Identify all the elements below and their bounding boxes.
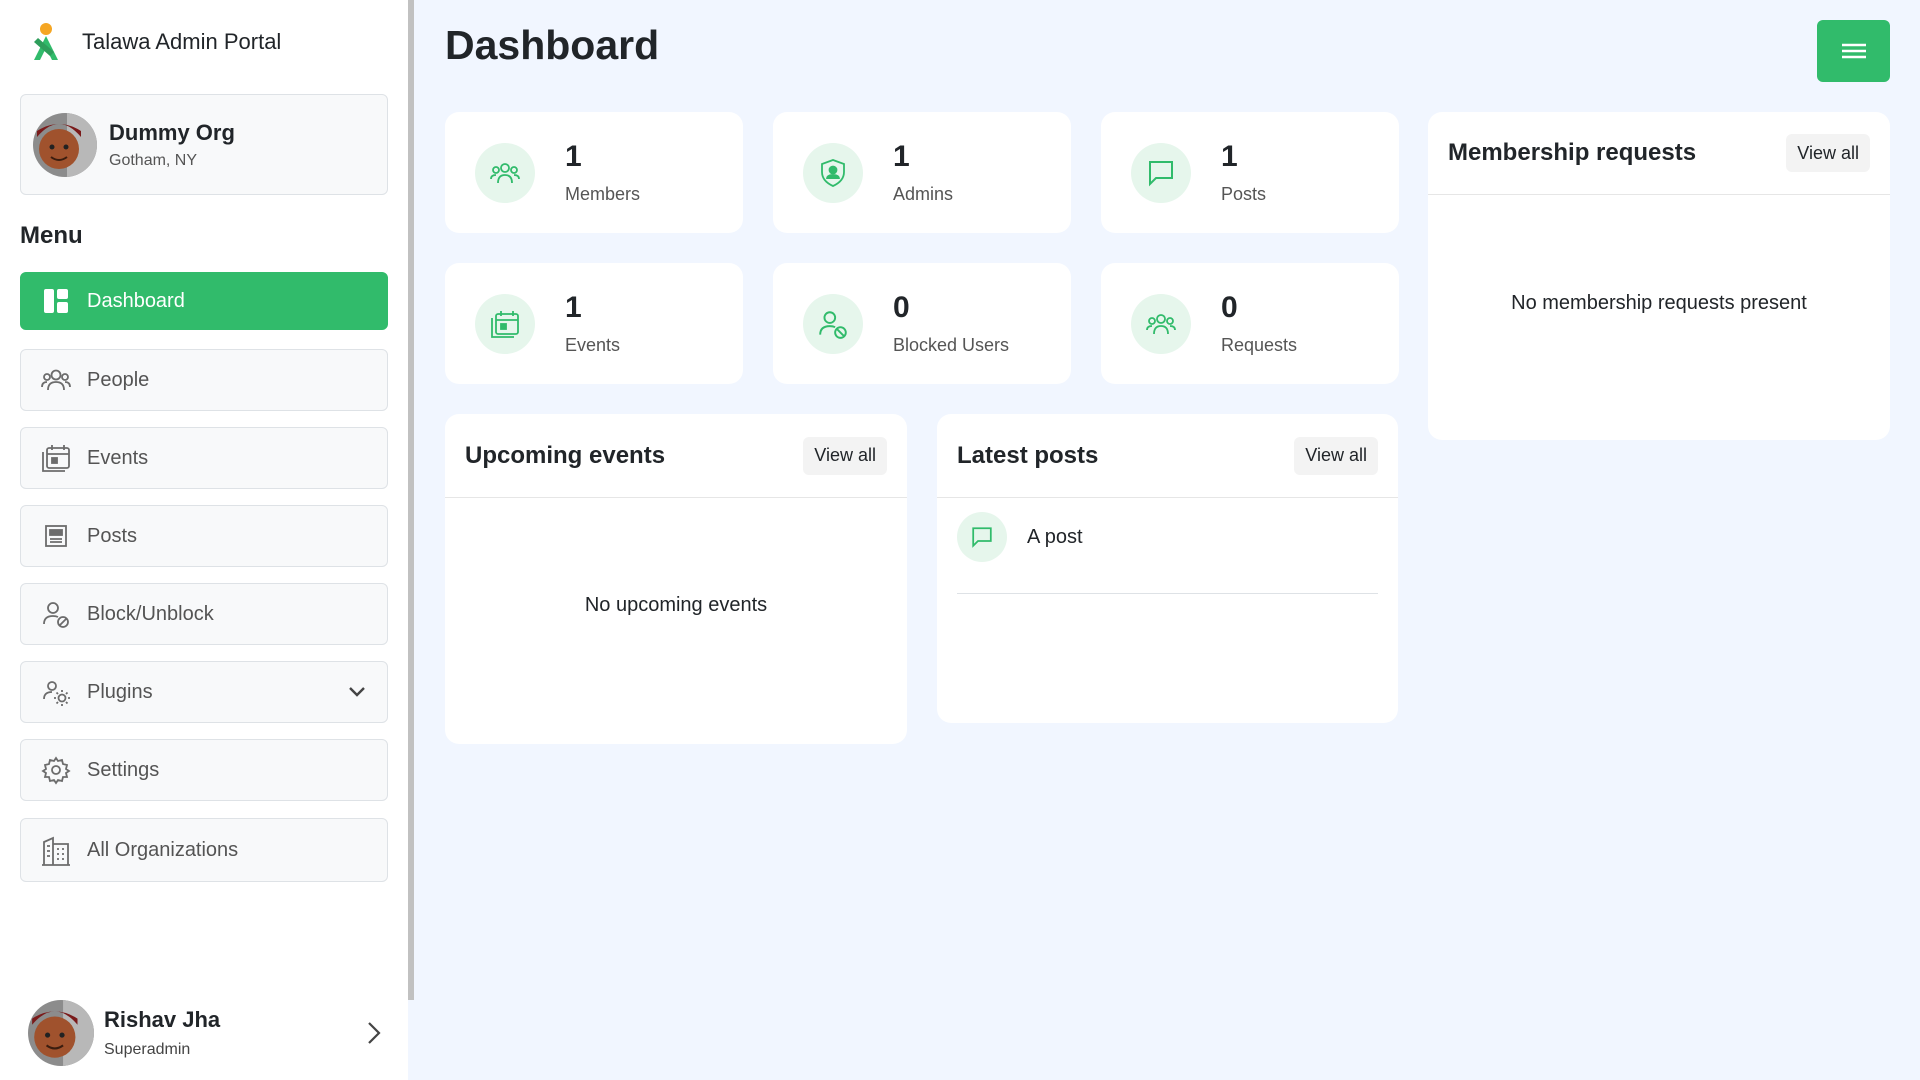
view-all-requests-button[interactable]: View all bbox=[1786, 134, 1870, 172]
sidebar-item-label: Settings bbox=[87, 758, 160, 781]
stat-label: Events bbox=[565, 335, 621, 355]
menu-title: Menu bbox=[20, 222, 83, 249]
sidebar-item-settings[interactable]: Settings bbox=[20, 739, 388, 801]
sidebar-item-posts[interactable]: Posts bbox=[20, 505, 388, 567]
chat-bubble-icon bbox=[1131, 142, 1191, 203]
panel-title: Membership requests bbox=[1448, 139, 1697, 166]
page-title: Dashboard bbox=[445, 22, 660, 68]
sidebar-item-block-unblock[interactable]: Block/Unblock bbox=[20, 583, 388, 645]
stat-card-blocked-users[interactable]: 0 Blocked Users bbox=[773, 263, 1071, 384]
stat-label: Requests bbox=[1221, 335, 1298, 355]
talawa-logo-icon bbox=[34, 23, 58, 60]
brand: Talawa Admin Portal bbox=[28, 22, 281, 62]
view-all-posts-button[interactable]: View all bbox=[1294, 436, 1378, 475]
org-card[interactable]: Dummy Org Gotham, NY bbox=[20, 94, 388, 195]
sidebar-item-all-organizations[interactable]: All Organizations bbox=[20, 818, 388, 882]
stat-label: Blocked Users bbox=[893, 335, 1010, 355]
stat-card-members[interactable]: 1 Members bbox=[445, 112, 743, 233]
stat-card-posts[interactable]: 1 Posts bbox=[1101, 112, 1399, 233]
building-icon bbox=[41, 835, 71, 866]
panel-title: Upcoming events bbox=[465, 441, 666, 469]
sidebar-item-label: Plugins bbox=[87, 680, 153, 703]
brand-title: Talawa Admin Portal bbox=[82, 29, 282, 54]
chat-bubble-icon bbox=[957, 512, 1007, 562]
sidebar-scrollbar[interactable] bbox=[408, 0, 414, 1000]
sidebar-item-plugins[interactable]: Plugins bbox=[20, 661, 388, 723]
stat-label: Admins bbox=[893, 184, 954, 204]
sidebar-item-people[interactable]: People bbox=[20, 349, 388, 411]
menu-toggle-button[interactable] bbox=[1817, 20, 1890, 82]
sidebar-item-label: Events bbox=[87, 446, 149, 469]
chevron-right-icon[interactable] bbox=[358, 1018, 388, 1048]
events-calendar-icon bbox=[41, 443, 71, 473]
admin-shield-icon bbox=[803, 142, 863, 203]
empty-state-text: No upcoming events bbox=[584, 594, 768, 616]
sidebar-item-events[interactable]: Events bbox=[20, 427, 388, 489]
sidebar-item-label: Posts bbox=[87, 524, 138, 547]
sidebar-item-label: All Organizations bbox=[87, 838, 239, 861]
gear-icon bbox=[41, 755, 71, 785]
stat-card-admins[interactable]: 1 Admins bbox=[773, 112, 1071, 233]
members-icon bbox=[475, 142, 535, 203]
posts-icon bbox=[41, 521, 71, 551]
post-title: A post bbox=[1027, 526, 1083, 548]
user-profile[interactable]: Rishav Jha Superadmin bbox=[28, 1000, 388, 1066]
stat-value: 1 bbox=[1221, 140, 1238, 173]
stat-card-events[interactable]: 1 Events bbox=[445, 263, 743, 384]
sidebar: Talawa Admin Portal Dummy Org Gotham, NY… bbox=[0, 0, 408, 1080]
people-icon bbox=[41, 365, 71, 395]
hamburger-icon bbox=[1841, 43, 1866, 59]
stat-card-requests[interactable]: 0 Requests bbox=[1101, 263, 1399, 384]
avatar bbox=[28, 1000, 94, 1066]
empty-state-text: No membership requests present bbox=[1511, 292, 1807, 314]
sidebar-item-label: People bbox=[87, 368, 150, 391]
block-user-icon bbox=[41, 599, 71, 629]
profile-role: Superadmin bbox=[104, 1041, 191, 1058]
view-all-events-button[interactable]: View all bbox=[803, 436, 887, 475]
membership-requests-panel: Membership requests View all No membersh… bbox=[1428, 112, 1890, 440]
org-location: Gotham, NY bbox=[109, 151, 198, 169]
sidebar-item-label: Block/Unblock bbox=[87, 602, 214, 625]
sidebar-item-dashboard[interactable]: Dashboard bbox=[20, 272, 388, 330]
chevron-down-icon[interactable] bbox=[345, 680, 369, 704]
upcoming-events-panel: Upcoming events View all No upcoming eve… bbox=[445, 414, 907, 744]
profile-name: Rishav Jha bbox=[104, 1007, 221, 1032]
requests-icon bbox=[1131, 293, 1191, 354]
stat-label: Members bbox=[565, 184, 641, 204]
panel-title: Latest posts bbox=[957, 441, 1099, 469]
stat-value: 1 bbox=[565, 291, 582, 324]
stat-label: Posts bbox=[1221, 184, 1267, 204]
latest-posts-panel: Latest posts View all A post bbox=[937, 414, 1398, 723]
stat-value: 0 bbox=[893, 291, 910, 324]
list-item[interactable]: A post bbox=[957, 512, 1378, 594]
org-avatar bbox=[33, 112, 97, 177]
blocked-user-icon bbox=[803, 293, 863, 354]
plugins-icon bbox=[41, 677, 71, 707]
stat-value: 0 bbox=[1221, 291, 1238, 324]
stat-value: 1 bbox=[565, 140, 582, 173]
dashboard-icon bbox=[41, 286, 71, 316]
events-calendar-icon bbox=[475, 293, 535, 354]
org-name: Dummy Org bbox=[109, 119, 235, 145]
stat-value: 1 bbox=[893, 140, 910, 173]
sidebar-item-label: Dashboard bbox=[87, 289, 185, 312]
